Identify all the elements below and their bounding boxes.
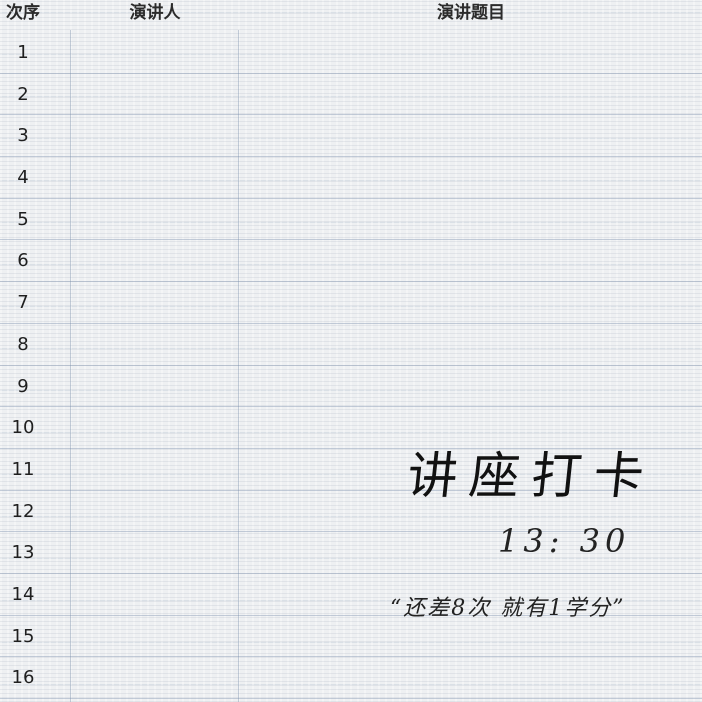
- row-number: 3: [17, 125, 29, 147]
- row-number: 9: [17, 375, 29, 397]
- table-row: 9: [0, 366, 702, 408]
- row-number: 7: [17, 292, 29, 314]
- lecture-signin-sheet: 次序 演讲人 演讲题目 1 2 3 4 5 6 7 8 9 10 11 12 13 14 15 16 讲座打卡…: [0, 0, 702, 702]
- row-number: 16: [11, 667, 35, 689]
- row-number: 13: [11, 542, 35, 564]
- row-number: 4: [17, 167, 29, 189]
- table-row: 5: [0, 199, 702, 241]
- table-row: 8: [0, 324, 702, 366]
- checkin-overlay: 讲座打卡 13: 30 “还差8次 就有1学分”: [390, 420, 702, 630]
- checkin-time: 13: 30: [498, 522, 631, 560]
- column-header-topic: 演讲题目: [437, 3, 505, 23]
- row-number: 6: [17, 250, 29, 272]
- table-row: 4: [0, 157, 702, 199]
- table-row: 3: [0, 115, 702, 157]
- table-row: 16: [0, 657, 702, 699]
- row-number: 5: [17, 208, 29, 230]
- row-number: 15: [11, 625, 35, 647]
- row-number: 10: [11, 417, 35, 439]
- column-header-order: 次序: [6, 3, 40, 23]
- checkin-title: 讲座打卡: [404, 447, 659, 505]
- table-row: 6: [0, 240, 702, 282]
- column-header-speaker: 演讲人: [129, 3, 181, 23]
- row-number: 12: [11, 500, 35, 522]
- credit-note: “还差8次 就有1学分”: [390, 596, 626, 621]
- row-number: 14: [11, 583, 35, 605]
- table-row: 1: [0, 32, 702, 74]
- row-number: 1: [17, 42, 29, 63]
- row-number: 2: [17, 83, 29, 105]
- row-number: 8: [17, 333, 29, 355]
- table-row: 7: [0, 282, 702, 324]
- row-number: 11: [11, 458, 35, 480]
- table-row: 2: [0, 74, 702, 116]
